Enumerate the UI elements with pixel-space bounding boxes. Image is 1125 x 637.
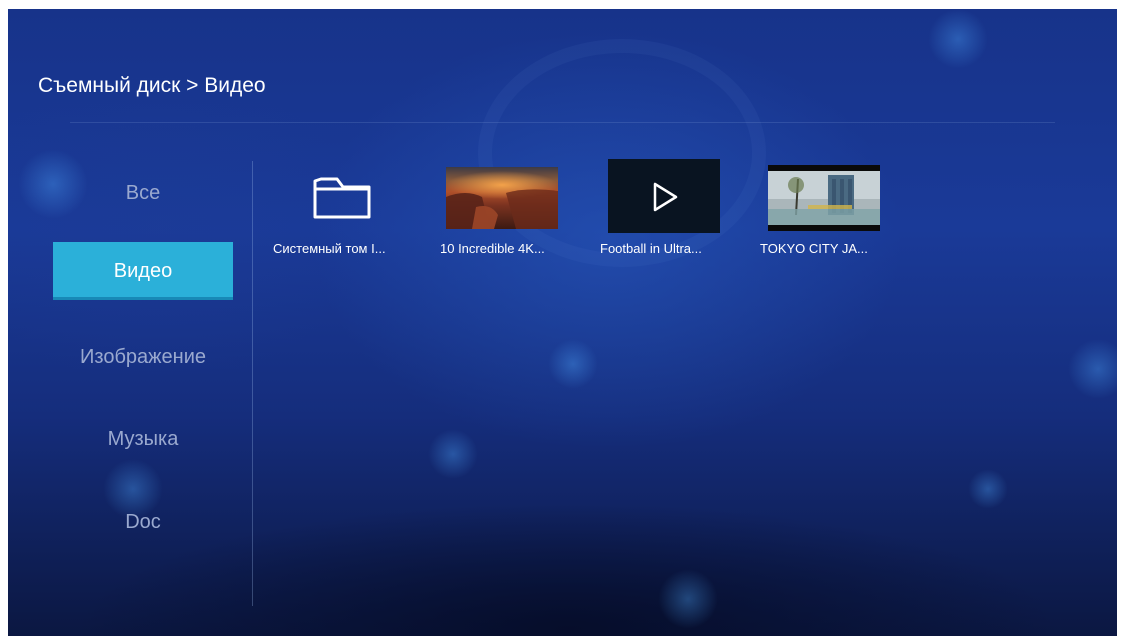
sidebar-item-images[interactable]: Изображение [53,328,233,386]
file-label: 10 Incredible 4K... [440,241,545,256]
sidebar-item-all[interactable]: Все [53,164,233,222]
tokyo-video-thumbnail [768,165,880,231]
play-thumbnail [608,159,720,233]
file-label: Football in Ultra... [600,241,702,256]
media-browser-screen: Съемный диск > Видео Все Видео Изображен… [8,9,1117,636]
sidebar-item-video[interactable]: Видео [53,242,233,300]
file-tile-folder[interactable]: Системный том I... [273,159,393,269]
breadcrumb: Съемный диск > Видео [38,74,266,97]
folder-icon [313,177,371,219]
sidebar-item-music[interactable]: Музыка [53,410,233,468]
sidebar-divider [252,161,253,606]
canyon-video-thumbnail [446,167,558,229]
file-tile-video[interactable]: 10 Incredible 4K... [440,159,560,269]
play-icon [653,182,678,212]
file-label: TOKYO CITY JA... [760,241,868,256]
folder-thumbnail [273,159,385,231]
file-tile-video[interactable]: Football in Ultra... [600,159,720,269]
file-tile-video[interactable]: TOKYO CITY JA... [760,159,880,269]
file-label: Системный том I... [273,241,386,256]
header-divider [70,122,1055,123]
sidebar-item-doc[interactable]: Doc [53,493,233,551]
